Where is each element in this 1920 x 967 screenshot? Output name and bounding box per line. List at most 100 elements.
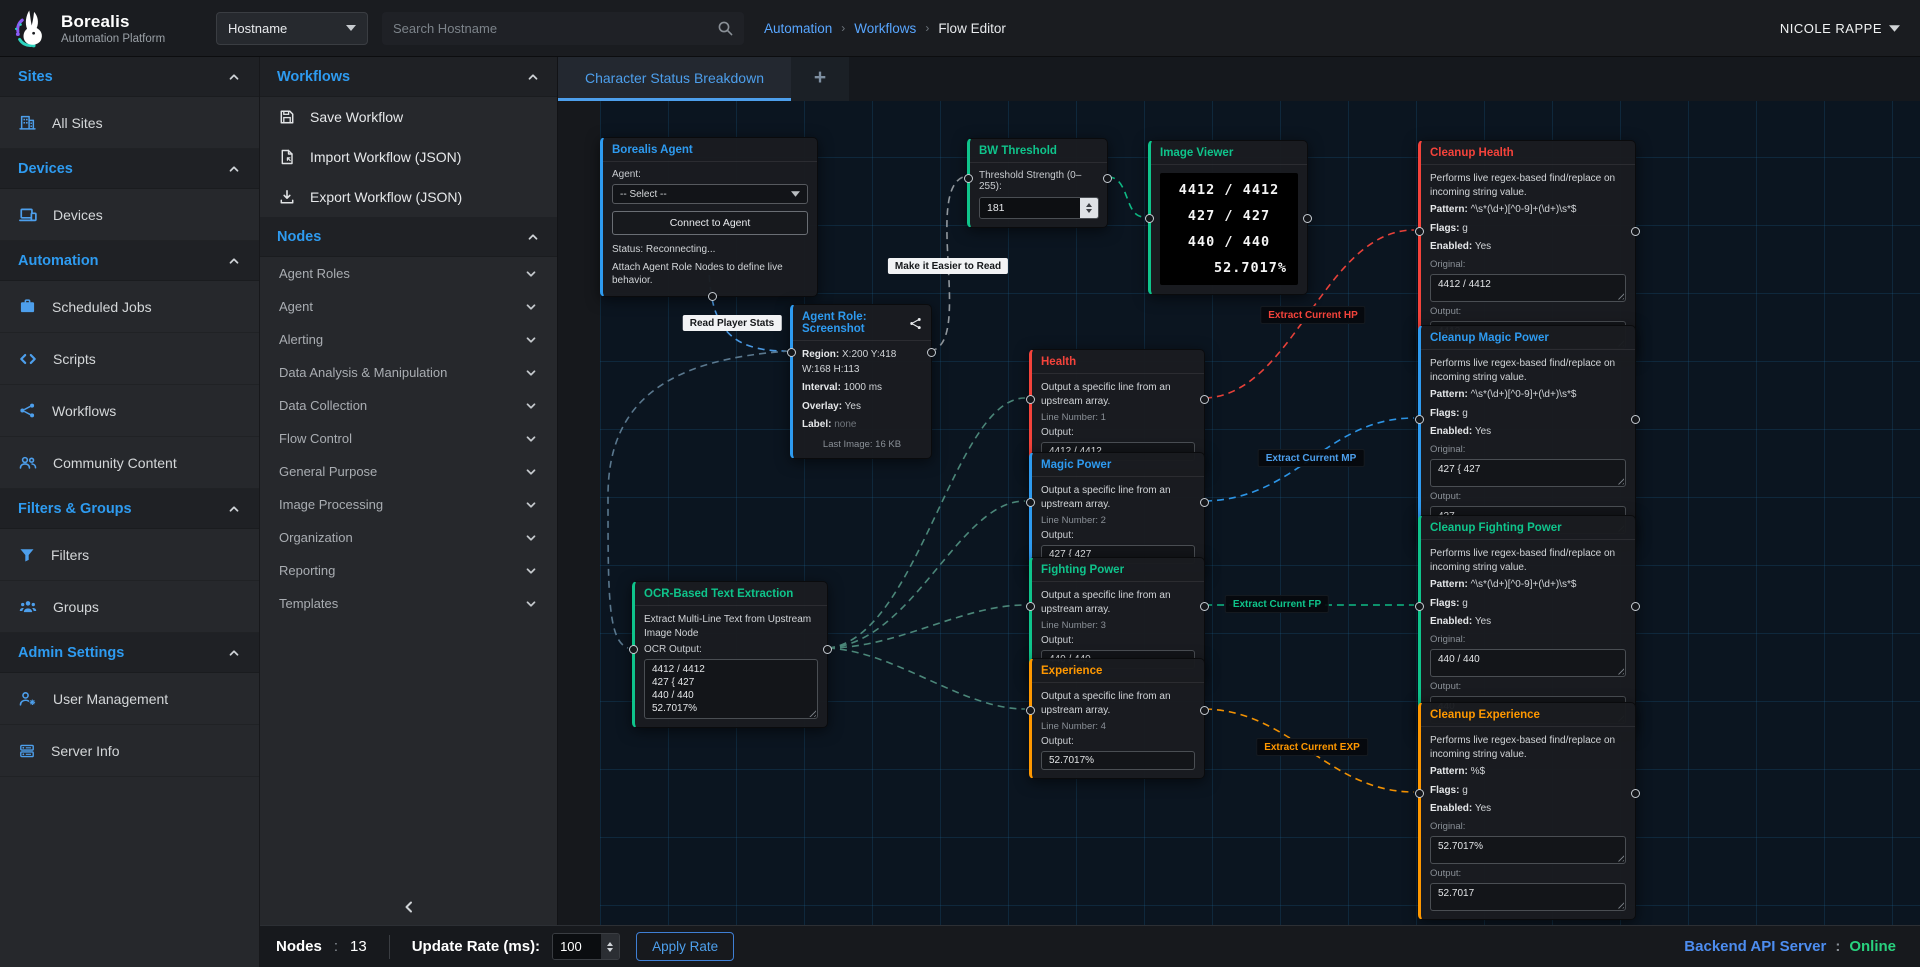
sidebar-item-all-sites[interactable]: All Sites [0, 97, 259, 149]
output-port[interactable] [823, 645, 832, 654]
resize-handle-icon[interactable] [1615, 853, 1624, 862]
node-agent-role-screenshot[interactable]: Agent Role: ScreenshotRegion: X:200 Y:41… [790, 304, 932, 459]
node-category-data-analysis-manipulation[interactable]: Data Analysis & Manipulation [260, 356, 557, 389]
breadcrumb-automation[interactable]: Automation [764, 21, 832, 36]
resize-handle-icon[interactable] [1615, 476, 1624, 485]
input-port[interactable] [1145, 214, 1154, 223]
edge-label-extract-current-fp[interactable]: Extract Current FP [1225, 595, 1329, 613]
output-port[interactable] [1631, 789, 1640, 798]
sidebar-item-scheduled-jobs[interactable]: Scheduled Jobs [0, 281, 259, 333]
input-port[interactable] [1026, 395, 1035, 404]
node-magic-power[interactable]: Magic PowerOutput a specific line from a… [1029, 452, 1205, 573]
edge-label-read-player-stats[interactable]: Read Player Stats [683, 315, 782, 331]
output-port[interactable] [1103, 174, 1112, 183]
collapse-panel-button[interactable] [260, 893, 557, 921]
output-port[interactable] [1631, 602, 1640, 611]
output-port[interactable] [1303, 214, 1312, 223]
node-bw-threshold[interactable]: BW ThresholdThreshold Strength (0–255):1… [967, 138, 1108, 228]
update-rate-input[interactable]: 100 [552, 933, 620, 960]
output-port[interactable] [927, 348, 936, 357]
input-port[interactable] [964, 174, 973, 183]
input-port[interactable] [629, 645, 638, 654]
resize-handle-icon[interactable] [1615, 900, 1624, 909]
node-cleanup-fighting-power[interactable]: Cleanup Fighting PowerPerforms live rege… [1418, 515, 1636, 733]
node-ocr-text-extraction[interactable]: OCR-Based Text ExtractionExtract Multi-L… [632, 581, 828, 728]
resize-handle-icon[interactable] [1615, 666, 1624, 675]
node-category-templates[interactable]: Templates [260, 587, 557, 620]
sidebar-item-user-management[interactable]: User Management [0, 673, 259, 725]
node-category-data-collection[interactable]: Data Collection [260, 389, 557, 422]
sidebar-item-community-content[interactable]: Community Content [0, 437, 259, 489]
input-port[interactable] [1415, 415, 1424, 424]
sidebar-section-devices[interactable]: Devices [0, 149, 259, 189]
sidebar-section-automation[interactable]: Automation [0, 241, 259, 281]
output-port[interactable] [1200, 498, 1209, 507]
node-category-agent-roles[interactable]: Agent Roles [260, 257, 557, 290]
spinner-icon[interactable] [1080, 198, 1098, 218]
flow-canvas[interactable]: Borealis AgentAgent:-- Select --Connect … [558, 101, 1920, 925]
text-area[interactable]: 52.7017 [1430, 883, 1626, 911]
node-image-viewer[interactable]: Image Viewer4412 / 4412427 / 427440 / 44… [1148, 140, 1308, 295]
node-cleanup-magic-power[interactable]: Cleanup Magic PowerPerforms live regex-b… [1418, 325, 1636, 543]
input-port[interactable] [1026, 602, 1035, 611]
input-port[interactable] [1026, 706, 1035, 715]
output-port[interactable] [1200, 395, 1209, 404]
node-category-reporting[interactable]: Reporting [260, 554, 557, 587]
output-port[interactable] [1200, 706, 1209, 715]
edge-label-make-it-easier-to-read[interactable]: Make it Easier to Read [888, 258, 1008, 274]
edge-label-extract-current-mp[interactable]: Extract Current MP [1258, 449, 1365, 467]
add-tab-button[interactable]: + [791, 57, 849, 101]
save-workflow-button[interactable]: Save Workflow [260, 97, 557, 137]
input-port[interactable] [1415, 789, 1424, 798]
input-port[interactable] [1415, 227, 1424, 236]
text-area[interactable]: 4412 / 4412 [1430, 274, 1626, 302]
connect-to-agent-button[interactable]: Connect to Agent [612, 211, 808, 235]
output-port[interactable] [1631, 415, 1640, 424]
node-category-general-purpose[interactable]: General Purpose [260, 455, 557, 488]
nodes-panel-header[interactable]: Nodes [260, 217, 557, 257]
output-field[interactable]: 52.7017% [1041, 751, 1195, 770]
sidebar-item-workflows[interactable]: Workflows [0, 385, 259, 437]
input-port[interactable] [1415, 602, 1424, 611]
hostname-dropdown[interactable]: Hostname [216, 12, 368, 45]
node-category-agent[interactable]: Agent [260, 290, 557, 323]
sidebar-item-groups[interactable]: Groups [0, 581, 259, 633]
text-area[interactable]: 440 / 440 [1430, 649, 1626, 677]
text-area[interactable]: 427 { 427 [1430, 459, 1626, 487]
sidebar-item-filters[interactable]: Filters [0, 529, 259, 581]
edge-label-extract-current-exp[interactable]: Extract Current EXP [1256, 738, 1368, 756]
sidebar-item-devices[interactable]: Devices [0, 189, 259, 241]
breadcrumb-workflows[interactable]: Workflows [854, 21, 916, 36]
search-hostname-input[interactable] [393, 21, 709, 36]
output-port[interactable] [708, 292, 717, 301]
node-cleanup-experience[interactable]: Cleanup ExperiencePerforms live regex-ba… [1418, 702, 1636, 920]
import-workflow-json-button[interactable]: Import Workflow (JSON) [260, 137, 557, 177]
text-area[interactable]: 52.7017% [1430, 836, 1626, 864]
output-port[interactable] [1631, 227, 1640, 236]
node-category-organization[interactable]: Organization [260, 521, 557, 554]
export-workflow-json-button[interactable]: Export Workflow (JSON) [260, 177, 557, 217]
apply-rate-button[interactable]: Apply Rate [636, 932, 734, 961]
text-area[interactable]: 4412 / 4412 427 { 427 440 / 440 52.7017% [644, 659, 818, 719]
agent-select[interactable]: -- Select -- [612, 184, 808, 204]
input-port[interactable] [1026, 498, 1035, 507]
node-category-alerting[interactable]: Alerting [260, 323, 557, 356]
sidebar-section-admin-settings[interactable]: Admin Settings [0, 633, 259, 673]
resize-handle-icon[interactable] [1615, 291, 1624, 300]
node-experience[interactable]: ExperienceOutput a specific line from an… [1029, 658, 1205, 779]
node-borealis-agent[interactable]: Borealis AgentAgent:-- Select --Connect … [600, 137, 818, 297]
tab-character-status-breakdown[interactable]: Character Status Breakdown [558, 57, 791, 101]
workflows-panel-header[interactable]: Workflows [260, 57, 557, 97]
sidebar-section-filters-groups[interactable]: Filters & Groups [0, 489, 259, 529]
search-icon[interactable] [717, 20, 733, 36]
sidebar-item-scripts[interactable]: Scripts [0, 333, 259, 385]
node-category-image-processing[interactable]: Image Processing [260, 488, 557, 521]
edge-label-extract-current-hp[interactable]: Extract Current HP [1260, 306, 1365, 324]
spinner-icon[interactable] [601, 934, 619, 959]
sidebar-item-server-info[interactable]: Server Info [0, 725, 259, 777]
threshold-input[interactable]: 181 [979, 197, 1099, 219]
input-port[interactable] [787, 348, 796, 357]
user-menu[interactable]: NICOLE RAPPE [1780, 21, 1900, 36]
sidebar-section-sites[interactable]: Sites [0, 57, 259, 97]
output-port[interactable] [1200, 602, 1209, 611]
